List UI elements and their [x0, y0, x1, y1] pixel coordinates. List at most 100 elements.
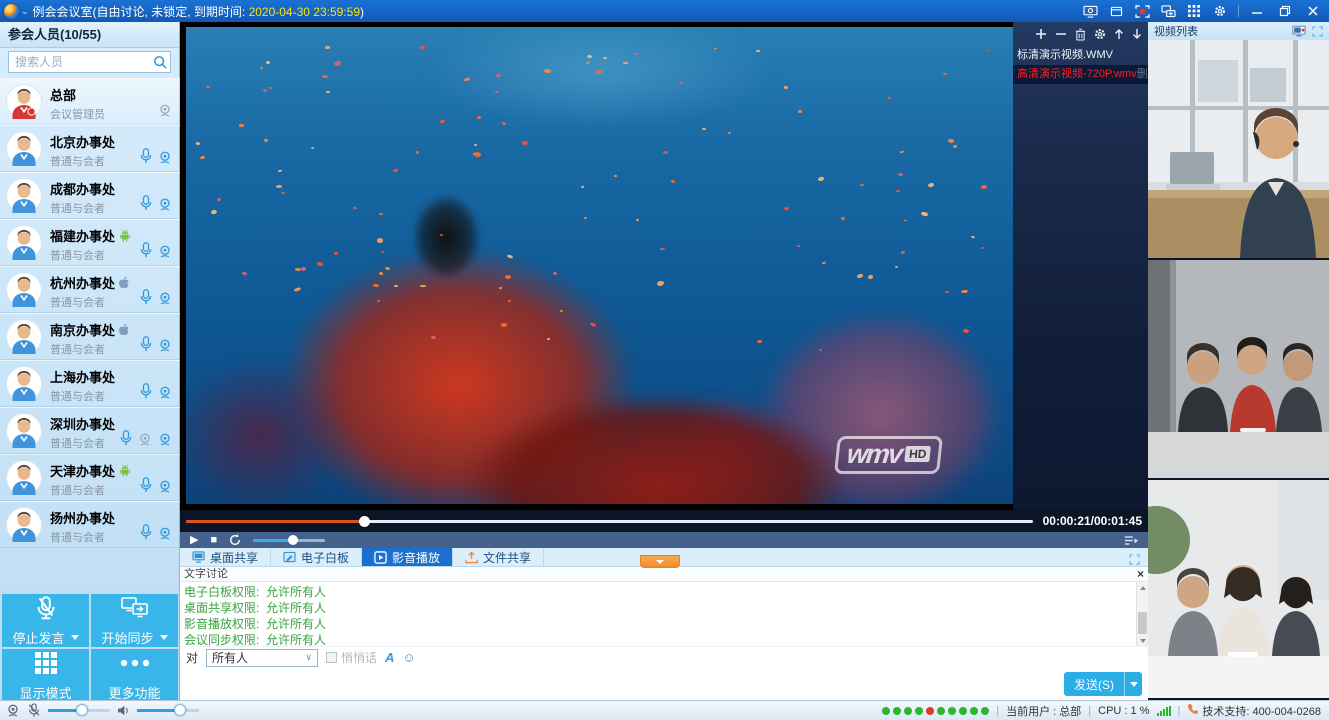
playlist-toggle-button[interactable] — [1124, 535, 1138, 546]
participant-row[interactable]: 扬州办事处 普通与会者 — [0, 501, 180, 548]
expand-icon[interactable] — [1312, 26, 1323, 37]
tab-电子白板[interactable]: 电子白板 — [271, 548, 362, 566]
remove-icon[interactable] — [1055, 28, 1067, 40]
camera-icon[interactable] — [158, 292, 172, 305]
record-icon[interactable] — [1134, 4, 1150, 18]
send-button[interactable]: 发送(S) — [1064, 672, 1142, 696]
participant-row[interactable]: 成都办事处 普通与会者 — [0, 172, 180, 219]
mic-volume-thumb[interactable] — [76, 704, 88, 716]
window-mode-icon[interactable] — [1108, 4, 1124, 18]
fish-dot — [522, 141, 528, 145]
participant-row[interactable]: 天津办事处 普通与会者 — [0, 454, 180, 501]
move-down-icon[interactable] — [1132, 28, 1142, 40]
remote-video-2[interactable] — [1148, 260, 1329, 480]
playlist-item[interactable]: 标清演示视频.WMV — [1013, 46, 1148, 65]
participant-row[interactable]: 深圳办事处 普通与会者 — [0, 407, 180, 454]
layout-grid-icon — [35, 649, 57, 677]
camera-icon[interactable] — [158, 339, 172, 352]
seek-thumb[interactable] — [359, 516, 370, 527]
stop-button[interactable]: ■ — [210, 535, 217, 546]
camera-icon[interactable] — [158, 433, 172, 446]
volume-thumb[interactable] — [288, 535, 298, 545]
mic-icon[interactable] — [140, 148, 152, 164]
playing-video[interactable]: wmv HD — [186, 27, 1013, 504]
speaker-volume-thumb[interactable] — [174, 704, 186, 716]
remote-video-3[interactable] — [1148, 480, 1329, 700]
restore-icon[interactable] — [1277, 4, 1293, 18]
scrollbar-thumb[interactable] — [1138, 612, 1147, 634]
mic-icon[interactable] — [140, 383, 152, 399]
mic-icon[interactable] — [140, 477, 152, 493]
search-icon[interactable] — [153, 55, 167, 74]
chevron-down-icon[interactable]: ⌄ — [21, 6, 29, 17]
camera-icon[interactable] — [158, 386, 172, 399]
fish-dot — [928, 183, 935, 188]
mic-volume-slider[interactable] — [48, 709, 110, 712]
sidebar-button[interactable]: 开始同步 — [91, 594, 178, 647]
participant-row[interactable]: 南京办事处 普通与会者 — [0, 313, 180, 360]
sidebar-button[interactable]: 停止发言 — [2, 594, 89, 647]
mic-icon[interactable] — [140, 524, 152, 540]
mic-icon[interactable] — [140, 242, 152, 258]
close-icon[interactable] — [1305, 4, 1321, 18]
fish-dot — [547, 338, 550, 340]
webcam-icon[interactable] — [6, 704, 20, 717]
play-button[interactable]: ▶ — [190, 535, 198, 546]
minimize-icon[interactable] — [1249, 4, 1265, 18]
camera-icon[interactable] — [158, 480, 172, 493]
screen-share-icon[interactable] — [1082, 4, 1098, 18]
apple-icon — [119, 323, 130, 336]
camera-icon[interactable] — [158, 198, 172, 211]
add-icon[interactable] — [1035, 28, 1047, 40]
settings-icon[interactable] — [1094, 28, 1106, 40]
move-up-icon[interactable] — [1114, 28, 1124, 40]
participant-row[interactable]: 上海办事处 普通与会者 — [0, 360, 180, 407]
video-monitor-icon[interactable] — [1292, 25, 1306, 37]
tab-桌面共享[interactable]: 桌面共享 — [180, 548, 271, 566]
participant-row[interactable]: 总部 会议管理员 — [0, 78, 180, 125]
loop-button[interactable] — [229, 534, 241, 546]
camera-off-icon[interactable] — [138, 433, 152, 446]
mic-icon[interactable] — [140, 336, 152, 352]
speaker-volume-slider[interactable] — [137, 709, 199, 712]
delete-icon[interactable] — [1075, 28, 1086, 41]
font-icon[interactable]: A — [385, 650, 394, 665]
recipient-select[interactable]: 所有人 ∨ — [206, 649, 318, 667]
display-grid-icon[interactable] — [1186, 4, 1202, 18]
speaker-icon[interactable] — [117, 705, 130, 716]
chat-message: 会议同步权限: 允许所有人 — [184, 632, 1134, 646]
participant-row[interactable]: 北京办事处 普通与会者 — [0, 125, 180, 172]
search-input[interactable] — [8, 51, 171, 73]
participant-role: 普通与会者 — [50, 153, 115, 169]
send-options-caret[interactable] — [1124, 672, 1142, 696]
mic-muted-icon[interactable] — [27, 703, 41, 718]
player-volume-slider[interactable] — [253, 539, 325, 542]
settings-icon[interactable] — [1212, 4, 1228, 18]
delete-item-button[interactable]: 删除 — [1137, 65, 1148, 84]
tab-影音播放[interactable]: 影音播放 — [362, 548, 453, 566]
sidebar-button[interactable]: 更多功能 — [91, 649, 178, 702]
participant-row[interactable]: 福建办事处 普通与会者 — [0, 219, 180, 266]
close-icon[interactable]: × — [1137, 567, 1144, 582]
mic-icon[interactable] — [140, 289, 152, 305]
camera-icon[interactable] — [158, 245, 172, 258]
playlist-item[interactable]: 高清演示视频-720P.wmv 删除 — [1013, 65, 1148, 84]
sidebar-button[interactable]: 显示模式 — [2, 649, 89, 702]
camera-off-icon[interactable] — [158, 104, 172, 117]
chat-scrollbar[interactable] — [1136, 582, 1148, 646]
remote-video-1[interactable] — [1148, 40, 1329, 260]
app-logo-icon[interactable] — [4, 4, 19, 19]
tab-文件共享[interactable]: 文件共享 — [453, 548, 544, 566]
mic-off-icon — [36, 594, 56, 622]
message-input[interactable] — [180, 668, 1148, 700]
mic-icon[interactable] — [140, 195, 152, 211]
seek-bar[interactable] — [186, 520, 1033, 523]
network-sync-icon[interactable] — [1160, 4, 1176, 18]
participant-row[interactable]: 杭州办事处 普通与会者 — [0, 266, 180, 313]
whisper-checkbox[interactable] — [326, 652, 337, 663]
camera-icon[interactable] — [158, 151, 172, 164]
chat-collapse-handle[interactable] — [640, 555, 680, 568]
emoji-icon[interactable]: ☺ — [402, 650, 415, 665]
camera-icon[interactable] — [158, 527, 172, 540]
mic-icon[interactable] — [120, 430, 132, 446]
